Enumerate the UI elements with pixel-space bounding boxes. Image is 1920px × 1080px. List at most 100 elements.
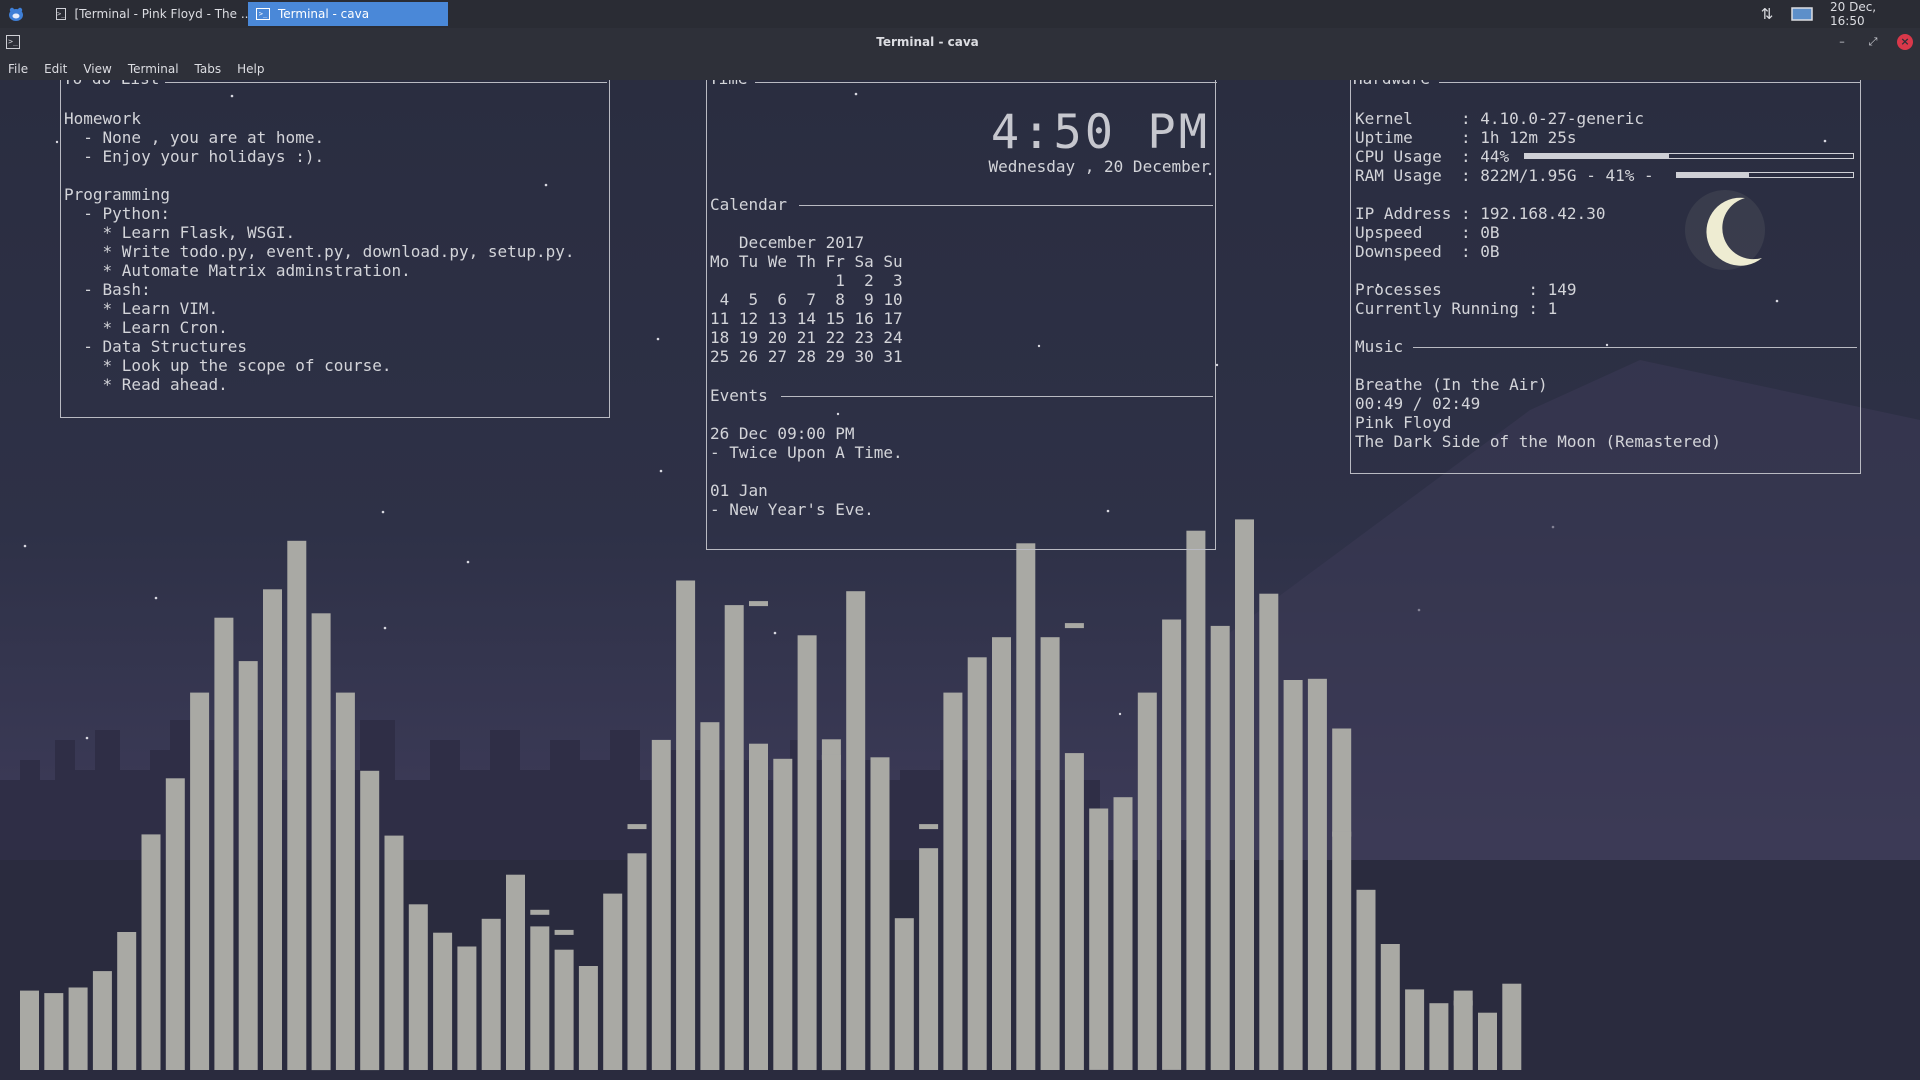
visualizer-peak <box>1332 831 1352 837</box>
minimize-button[interactable]: – <box>1833 33 1851 51</box>
visualizer-peak <box>1064 623 1084 629</box>
window-title: Terminal - cava <box>876 35 979 49</box>
visualizer-bar <box>919 848 939 1070</box>
applications-menu-button[interactable] <box>4 2 28 26</box>
visualizer-bar <box>846 591 866 1070</box>
visualizer-bar <box>700 722 720 1070</box>
visualizer-bar <box>1040 637 1060 1070</box>
visualizer-bar <box>92 971 112 1070</box>
visualizer-bar <box>1259 593 1279 1070</box>
visualizer-bar <box>408 904 428 1070</box>
todo-widget: To-do List Homework - None , you are at … <box>60 80 610 418</box>
xfce-mouse-icon <box>9 7 23 21</box>
terminal-area[interactable]: To-do List Homework - None , you are at … <box>0 80 1920 1080</box>
taskbar-item-label: [Terminal - Pink Floyd - The ... <box>74 7 248 21</box>
visualizer-bar <box>44 993 64 1070</box>
visualizer-bar <box>457 946 477 1070</box>
terminal-icon: >_ <box>56 8 67 20</box>
visualizer-bar <box>1089 808 1109 1070</box>
visualizer-bar <box>1137 692 1157 1070</box>
visualizer-bar <box>1016 543 1036 1070</box>
visualizer-bar <box>1162 619 1182 1070</box>
events-list: 26 Dec 09:00 PM - Twice Upon A Time. 01 … <box>710 424 903 519</box>
track-artist: Pink Floyd <box>1355 413 1452 432</box>
menu-bar: File Edit View Terminal Tabs Help <box>0 56 1920 80</box>
visualizer-bar <box>943 692 963 1070</box>
menu-tabs[interactable]: Tabs <box>187 56 230 80</box>
visualizer-bar <box>1356 889 1376 1070</box>
visualizer-bar <box>141 834 161 1070</box>
visualizer-bar <box>1064 753 1084 1070</box>
taskbar-item-cava[interactable]: >_ Terminal - cava <box>248 2 448 26</box>
visualizer-bar <box>1210 625 1230 1070</box>
time-title: Time <box>709 80 748 88</box>
todo-title: To-do List <box>63 80 159 88</box>
visualizer-bar <box>287 540 307 1070</box>
music-header: Music <box>1355 337 1404 356</box>
visualizer-bar <box>1332 728 1352 1070</box>
visualizer-bar <box>992 637 1011 1070</box>
visualizer-bar <box>530 926 550 1070</box>
hardware-widget: Hardware Kernel : 4.10.0-27-generic Upti… <box>1350 80 1861 474</box>
menu-terminal[interactable]: Terminal <box>120 56 187 80</box>
visualizer-peak <box>554 929 574 935</box>
time-widget: Time 4:50 PM Wednesday , 20 December Cal… <box>706 80 1217 550</box>
track-position: 00:49 / 02:49 <box>1355 394 1481 413</box>
menu-view[interactable]: View <box>75 56 119 80</box>
visualizer-peak <box>530 909 550 915</box>
time-date: Wednesday , 20 December <box>988 157 1210 176</box>
events-header: Events <box>710 386 768 405</box>
visualizer-bar <box>603 893 623 1070</box>
calendar-month: December 2017 Mo Tu We Th Fr Sa Su 1 2 3… <box>710 233 903 366</box>
visualizer-bar <box>821 739 841 1071</box>
visualizer-peak <box>627 824 647 830</box>
visualizer-bar <box>1186 530 1206 1070</box>
visualizer-bar <box>481 918 501 1070</box>
close-button[interactable]: × <box>1897 34 1913 50</box>
time-clock: 4:50 PM <box>990 105 1210 160</box>
network-transfer-icon[interactable]: ⇅ <box>1756 2 1778 26</box>
ip-row: IP Address : 192.168.42.30 <box>1355 204 1606 223</box>
taskbar-item-pink-floyd[interactable]: >_ [Terminal - Pink Floyd - The ... <box>48 2 248 26</box>
ram-usage-fill <box>1677 173 1750 177</box>
visualizer-bar <box>384 835 404 1070</box>
visualizer-bar <box>117 932 137 1070</box>
cpu-row: CPU Usage : 44% <box>1355 147 1510 166</box>
visualizer-bar <box>1380 944 1400 1070</box>
visualizer-bar <box>335 692 355 1070</box>
window-titlebar[interactable]: >_ Terminal - cava – ⤢ × <box>0 28 1920 56</box>
visualizer-bar <box>967 657 987 1070</box>
visualizer-bar <box>214 617 234 1070</box>
cpu-usage-bar <box>1524 153 1854 159</box>
menu-help[interactable]: Help <box>229 56 272 80</box>
menu-file[interactable]: File <box>0 56 36 80</box>
visualizer-bar <box>797 635 817 1070</box>
terminal-icon: >_ <box>256 8 270 20</box>
visualizer-bar <box>773 758 793 1070</box>
visualizer-bar <box>724 605 744 1070</box>
upspeed-row: Upspeed : 0B <box>1355 223 1500 242</box>
running-row: Currently Running : 1 <box>1355 299 1558 318</box>
visualizer-peak <box>1453 1000 1473 1006</box>
visualizer-bar <box>1405 989 1425 1070</box>
track-album: The Dark Side of the Moon (Remastered) <box>1355 432 1722 451</box>
visualizer-bar <box>1235 519 1254 1070</box>
display-icon[interactable] <box>1790 2 1814 26</box>
visualizer-bar <box>238 661 258 1070</box>
visualizer-bar <box>360 770 380 1071</box>
menu-edit[interactable]: Edit <box>36 56 75 80</box>
visualizer-bar <box>506 874 525 1070</box>
visualizer-bar <box>651 739 671 1070</box>
visualizer-bar <box>578 966 598 1070</box>
maximize-button[interactable]: ⤢ <box>1864 33 1882 51</box>
panel-clock[interactable]: 20 Dec, 16:50 <box>1830 0 1914 28</box>
top-panel: >_ [Terminal - Pink Floyd - The ... >_ T… <box>0 0 1920 28</box>
ram-row: RAM Usage : 822M/1.95G - 41% - <box>1355 166 1654 185</box>
downspeed-row: Downspeed : 0B <box>1355 242 1500 261</box>
visualizer-bar <box>627 853 647 1070</box>
visualizer-bar <box>263 589 282 1070</box>
visualizer-peak <box>919 824 939 830</box>
visualizer-bar <box>20 990 39 1070</box>
visualizer-bar <box>554 949 574 1070</box>
visualizer-bar <box>311 613 331 1071</box>
